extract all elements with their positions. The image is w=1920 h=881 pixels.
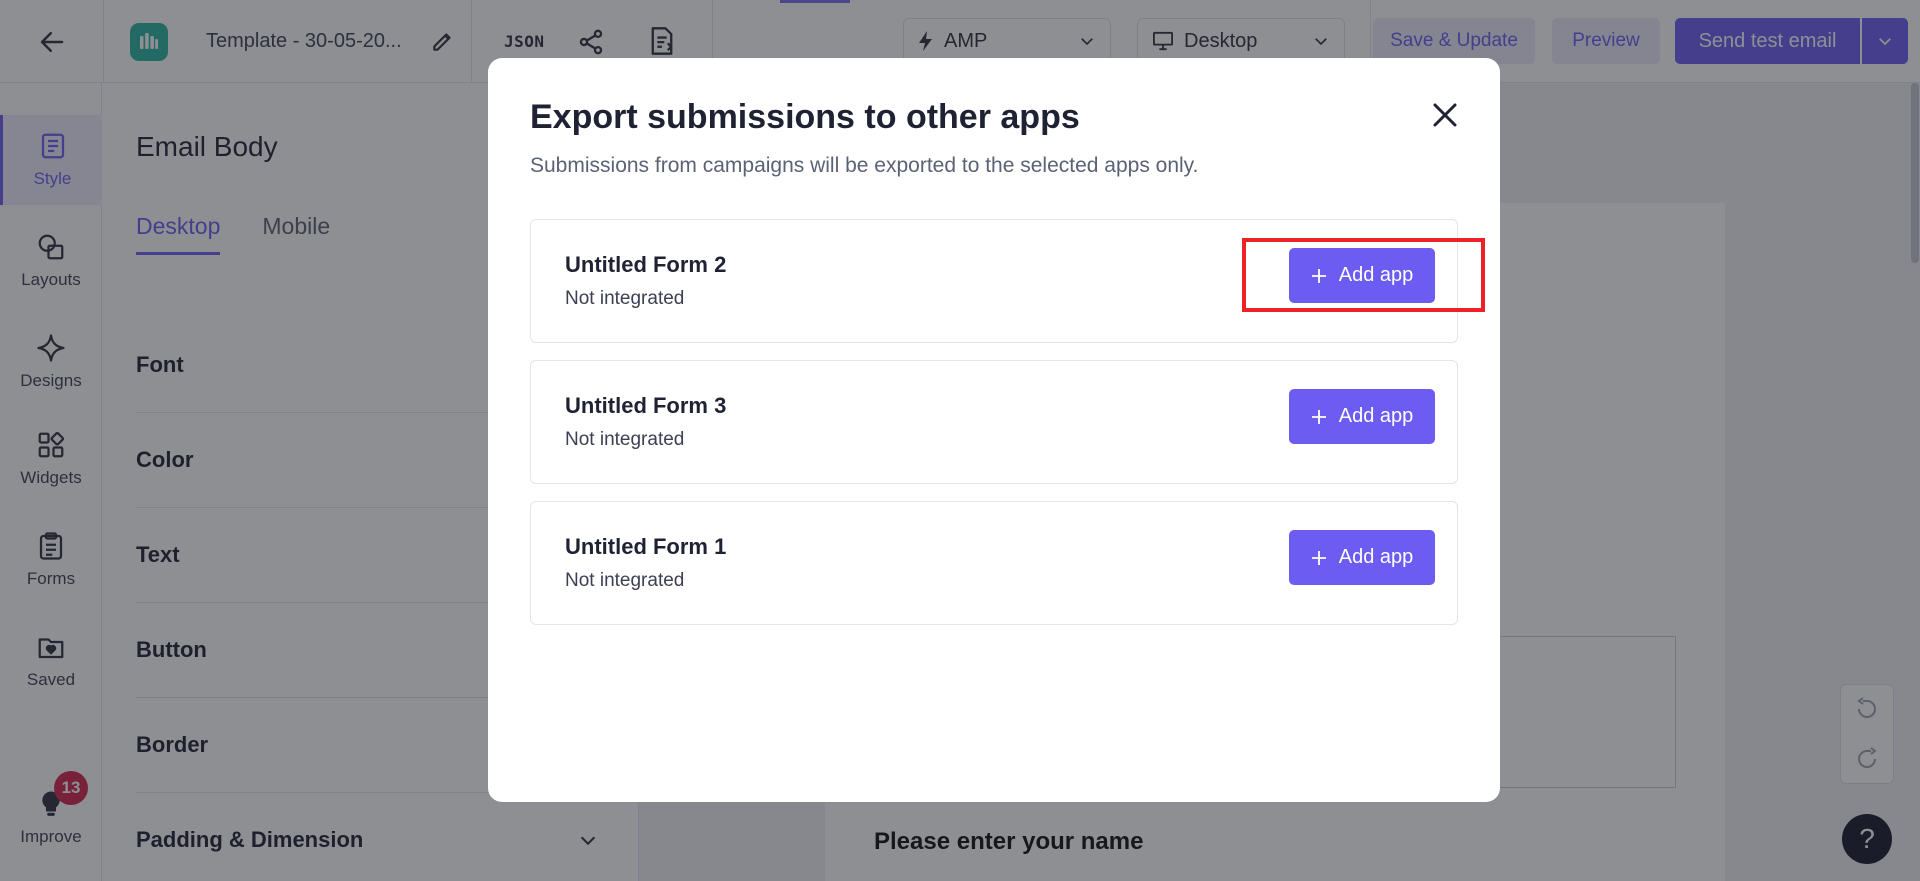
close-icon [1433,103,1457,127]
form-name: Untitled Form 2 [565,252,727,277]
highlight-annotation [1242,238,1485,312]
integration-status: Not integrated [565,429,685,450]
plus-icon [1311,409,1326,424]
add-app-button[interactable]: Add app [1289,530,1435,585]
export-submissions-modal: Export submissions to other apps Submiss… [488,58,1500,802]
form-name: Untitled Form 1 [565,534,727,559]
add-app-button[interactable]: Add app [1289,389,1435,444]
integration-status: Not integrated [565,570,685,591]
plus-icon [1311,550,1326,565]
close-button[interactable] [1424,94,1466,136]
modal-title: Export submissions to other apps [530,98,1080,136]
add-app-label: Add app [1338,405,1414,427]
integration-status: Not integrated [565,288,685,309]
modal-subtitle: Submissions from campaigns will be expor… [530,154,1199,177]
form-row: Untitled Form 1 Not integrated Add app [530,501,1458,625]
form-row: Untitled Form 3 Not integrated Add app [530,360,1458,484]
add-app-label: Add app [1338,546,1414,568]
form-name: Untitled Form 3 [565,393,727,418]
